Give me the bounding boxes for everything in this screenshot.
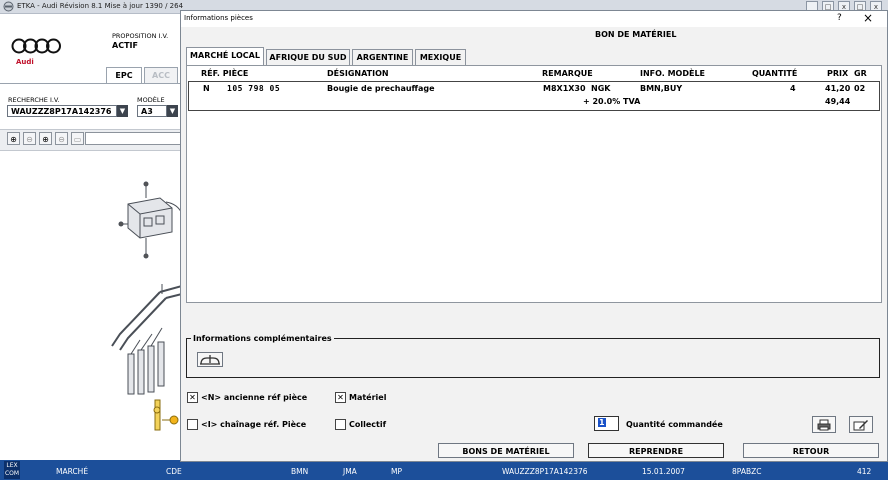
zoom-out-icon[interactable]: ⊖	[23, 132, 36, 145]
vin-dropdown-button[interactable]: ▼	[117, 105, 128, 117]
col-prix: PRIX	[827, 69, 849, 78]
col-quantite: QUANTITÉ	[752, 69, 798, 78]
status-jma: JMA	[343, 467, 357, 476]
model-select[interactable]: A3	[137, 105, 167, 117]
vin-search-label: RECHERCHE I.V.	[8, 96, 60, 104]
table-row[interactable]: N 105 798 05 Bougie de prechauffage M8X1…	[188, 81, 880, 111]
checkbox-ancienne-ref[interactable]: ✕	[187, 392, 198, 403]
checkbox-materiel[interactable]: ✕	[335, 392, 346, 403]
dialog-header: BON DE MATÉRIEL	[595, 30, 677, 39]
col-gr: GR	[854, 69, 867, 78]
dialog-close-button[interactable]: ×	[863, 11, 873, 25]
row-designation: Bougie de prechauffage	[327, 84, 435, 93]
tab-epc[interactable]: EPC	[106, 67, 142, 84]
label-ancienne-ref: <N> ancienne réf pièce	[201, 393, 308, 402]
status-number: 412	[857, 467, 872, 476]
proposition-label: PROPOSITION I.V.	[112, 32, 169, 40]
zoom-window-icon[interactable]: ⊖	[55, 132, 68, 145]
model-dropdown-button[interactable]: ▼	[167, 105, 178, 117]
status-code: 8PABZC	[732, 467, 762, 476]
label-chainage-ref: <I> chaînage réf. Pièce	[201, 420, 307, 429]
audi-rings-logo	[11, 38, 61, 54]
model-label: MODÈLE	[137, 96, 165, 104]
col-info-modele: INFO. MODÈLE	[640, 69, 706, 78]
row-info-modele: BMN,BUY	[640, 84, 683, 93]
car-part-icon	[200, 355, 220, 365]
quantity-input[interactable]: 1	[594, 416, 619, 431]
left-pane: Audi PROPOSITION I.V. ACTIF EPC ACC RECH…	[0, 14, 182, 460]
zoom-in-icon[interactable]: ⊕	[7, 132, 20, 145]
retour-button[interactable]: RETOUR	[743, 443, 879, 458]
help-button[interactable]: ?	[837, 13, 842, 23]
status-date: 15.01.2007	[642, 467, 685, 476]
col-designation: DÉSIGNATION	[327, 69, 389, 78]
row-ref: 105 798 05	[227, 84, 281, 93]
cross-reference-button[interactable]	[197, 352, 223, 367]
status-cde-label: CDE	[166, 467, 182, 476]
status-bar: LEX COM MARCHÉ CDE BMN JMA MP WAUZZZ8P17…	[0, 460, 888, 480]
quantity-value: 1	[598, 418, 606, 427]
tab-argentine[interactable]: ARGENTINE	[352, 49, 413, 65]
reprendre-button[interactable]: REPRENDRE	[588, 443, 724, 458]
edit-pencil-icon	[853, 420, 868, 431]
status-engine-code: BMN	[291, 467, 309, 476]
row-tva-label: + 20.0% TVA	[583, 97, 641, 106]
row-remarque-2: NGK	[591, 84, 611, 93]
bons-de-materiel-button[interactable]: BONS DE MATÉRIEL	[438, 443, 574, 458]
quantity-label: Quantité commandée	[626, 420, 723, 429]
tab-underline	[0, 83, 181, 84]
row-flag: N	[203, 84, 210, 93]
checkbox-chainage-ref[interactable]	[187, 419, 198, 430]
row-prix-tva: 49,44	[825, 97, 851, 106]
checkbox-collectif[interactable]	[335, 419, 346, 430]
complementary-info-title: Informations complémentaires	[191, 334, 334, 343]
tab-mexique[interactable]: MEXIQUE	[415, 49, 466, 65]
status-mp: MP	[391, 467, 402, 476]
tab-acc[interactable]: ACC	[144, 67, 178, 84]
status-vin: WAUZZZ8P17A142376	[502, 467, 588, 476]
row-gr: 02	[854, 84, 866, 93]
lexcom-logo: LEX COM	[4, 461, 20, 479]
view-icon[interactable]: ▭	[71, 132, 84, 145]
row-prix: 41,20	[825, 84, 851, 93]
printer-icon	[817, 419, 831, 431]
diagram-path-field	[85, 132, 181, 145]
vin-search-input[interactable]: WAUZZZ8P17A142376	[7, 105, 117, 117]
zoom-fit-icon[interactable]: ⊕	[39, 132, 52, 145]
row-quantite: 4	[790, 84, 796, 93]
part-info-dialog: Informations pièces ? × BON DE MATÉRIEL …	[180, 10, 888, 462]
complementary-info-panel: Informations complémentaires	[186, 334, 880, 378]
dialog-title-bar: Informations pièces ? ×	[181, 11, 887, 27]
window-title: ETKA - Audi Révision 8.1 Mise à jour 139…	[17, 2, 184, 10]
edit-button[interactable]	[849, 416, 873, 433]
parts-table: RÉF. PIÈCE DÉSIGNATION REMARQUE INFO. MO…	[186, 65, 882, 303]
print-button[interactable]	[812, 416, 836, 433]
tab-marche-local[interactable]: MARCHÉ LOCAL	[186, 47, 264, 65]
label-materiel: Matériel	[349, 393, 387, 402]
parts-diagram[interactable]	[100, 174, 182, 434]
dialog-title: Informations pièces	[184, 14, 253, 22]
label-collectif: Collectif	[349, 420, 387, 429]
proposition-value: ACTIF	[112, 41, 138, 50]
tab-afrique-du-sud[interactable]: AFRIQUE DU SUD	[266, 49, 350, 65]
app-icon	[3, 1, 14, 12]
row-remarque-1: M8X1X30	[543, 84, 586, 93]
col-ref-piece: RÉF. PIÈCE	[201, 69, 249, 78]
audi-brand-text: Audi	[16, 58, 34, 66]
col-remarque: REMARQUE	[542, 69, 593, 78]
status-marche-label: MARCHÉ	[56, 467, 89, 476]
